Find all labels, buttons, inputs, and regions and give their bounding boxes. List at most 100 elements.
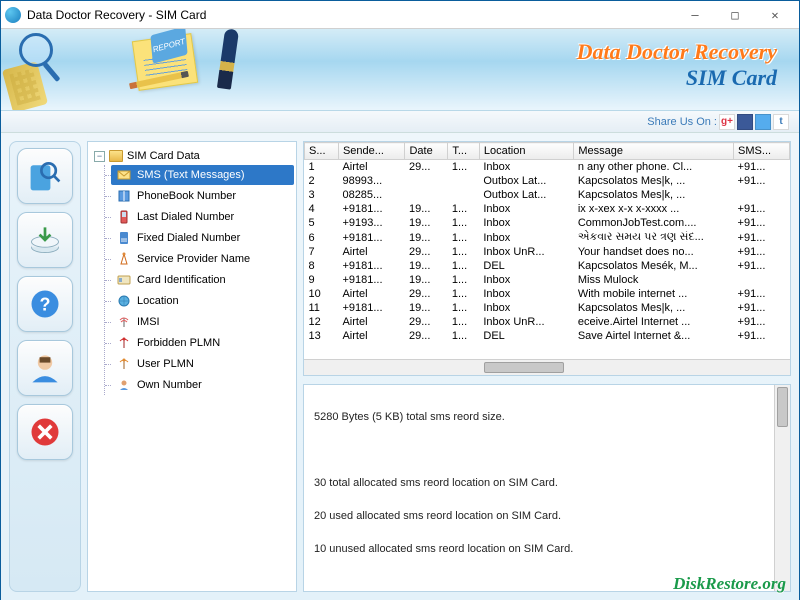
- table-row[interactable]: 1Airtel29...1...Inboxn any other phone. …: [305, 160, 790, 175]
- table-cell: +91...: [734, 287, 790, 301]
- table-cell: Inbox: [479, 273, 573, 287]
- table-cell: Kapcsolatos Mesék, M...: [574, 259, 734, 273]
- tree-item-phone[interactable]: Last Dialed Number: [111, 207, 294, 227]
- table-cell: +91...: [734, 216, 790, 230]
- column-header[interactable]: T...: [448, 143, 480, 160]
- table-row[interactable]: 12Airtel29...1...Inbox UnR...eceive.Airt…: [305, 315, 790, 329]
- column-header[interactable]: Sende...: [338, 143, 405, 160]
- table-cell: 1...: [448, 160, 480, 175]
- table-cell: 29...: [405, 315, 448, 329]
- maximize-button[interactable]: □: [715, 2, 755, 28]
- table-cell: Inbox: [479, 301, 573, 315]
- table-row[interactable]: 4+9181...19...1...Inboxix x-xex x-x x-xx…: [305, 202, 790, 216]
- table-cell: n any other phone. Cl...: [574, 160, 734, 175]
- table-row[interactable]: 13Airtel29...1...DELSave Airtel Internet…: [305, 329, 790, 343]
- share-text-icon[interactable]: t: [773, 114, 789, 130]
- column-header[interactable]: S...: [305, 143, 339, 160]
- help-button[interactable]: ?: [17, 276, 73, 332]
- idcard-icon: [117, 273, 131, 287]
- tree-item-person[interactable]: Own Number: [111, 375, 294, 395]
- table-cell: 7: [305, 245, 339, 259]
- sim-search-button[interactable]: [17, 148, 73, 204]
- facebook-icon[interactable]: [737, 114, 753, 130]
- table-cell: +9181...: [338, 259, 405, 273]
- sidebar-toolbar: ?: [9, 141, 81, 592]
- book-icon: [117, 189, 131, 203]
- table-cell: 29...: [405, 329, 448, 343]
- phone-icon: [117, 210, 131, 224]
- twitter-icon[interactable]: [755, 114, 771, 130]
- table-cell: +91...: [734, 160, 790, 175]
- google-plus-icon[interactable]: g+: [719, 114, 735, 130]
- table-row[interactable]: 8+9181...19...1...DELKapcsolatos Mesék, …: [305, 259, 790, 273]
- table-cell: +9193...: [338, 216, 405, 230]
- table-row[interactable]: 9+9181...19...1...Inbox Miss Mulock: [305, 273, 790, 287]
- globe-icon: [117, 294, 131, 308]
- tree-item-envelope[interactable]: SMS (Text Messages): [111, 165, 294, 185]
- collapse-icon[interactable]: −: [94, 151, 105, 162]
- column-header[interactable]: Location: [479, 143, 573, 160]
- antenna-orange-icon: [117, 357, 131, 371]
- table-cell: 1...: [448, 259, 480, 273]
- column-header[interactable]: Date: [405, 143, 448, 160]
- tree-root[interactable]: − SIM Card Data: [90, 148, 294, 164]
- tree-item-label: Forbidden PLMN: [137, 337, 220, 349]
- scrollbar-thumb[interactable]: [484, 362, 564, 373]
- table-cell: +91...: [734, 301, 790, 315]
- table-cell: +91...: [734, 230, 790, 245]
- tree-item-antenna[interactable]: IMSI: [111, 312, 294, 332]
- detail-size: 5280 Bytes (5 KB) total sms reord size.: [314, 409, 780, 426]
- close-button[interactable]: ✕: [755, 2, 795, 28]
- main-area: ? − SIM Card Data SMS (Text Messages)Pho…: [1, 133, 799, 600]
- tree-item-globe[interactable]: Location: [111, 291, 294, 311]
- cancel-button[interactable]: [17, 404, 73, 460]
- tree-list: SMS (Text Messages)PhoneBook NumberLast …: [104, 165, 294, 395]
- tree-item-label: Service Provider Name: [137, 253, 250, 265]
- table-scroll[interactable]: S...Sende...DateT...LocationMessageSMS..…: [304, 142, 790, 359]
- person-icon: [117, 378, 131, 392]
- message-table: S...Sende...DateT...LocationMessageSMS..…: [304, 142, 790, 343]
- tree-item-tower[interactable]: Service Provider Name: [111, 249, 294, 269]
- tree-item-book[interactable]: PhoneBook Number: [111, 186, 294, 206]
- scrollbar-thumb[interactable]: [777, 387, 788, 427]
- table-cell: [448, 174, 480, 188]
- table-cell: Save Airtel Internet &...: [574, 329, 734, 343]
- vertical-scrollbar[interactable]: [774, 385, 790, 591]
- tree-item-antenna-orange[interactable]: User PLMN: [111, 354, 294, 374]
- column-header[interactable]: SMS...: [734, 143, 790, 160]
- table-row[interactable]: 298993...Outbox Lat...Kapcsolatos Mes|k,…: [305, 174, 790, 188]
- table-row[interactable]: 5+9193...19...1...InboxCommonJobTest.com…: [305, 216, 790, 230]
- horizontal-scrollbar[interactable]: [304, 359, 790, 375]
- minimize-button[interactable]: —: [675, 2, 715, 28]
- table-cell: Outbox Lat...: [479, 188, 573, 202]
- column-header[interactable]: Message: [574, 143, 734, 160]
- table-cell: 1...: [448, 230, 480, 245]
- table-cell: 1...: [448, 202, 480, 216]
- table-cell: Outbox Lat...: [479, 174, 573, 188]
- table-cell: 2: [305, 174, 339, 188]
- user-button[interactable]: [17, 340, 73, 396]
- recover-drive-button[interactable]: [17, 212, 73, 268]
- table-row[interactable]: 308285...Outbox Lat...Kapcsolatos Mes|k,…: [305, 188, 790, 202]
- tree-item-dialpad[interactable]: Fixed Dialed Number: [111, 228, 294, 248]
- table-cell: With mobile internet ...: [574, 287, 734, 301]
- table-cell: 19...: [405, 216, 448, 230]
- table-cell: 5: [305, 216, 339, 230]
- table-cell: 19...: [405, 301, 448, 315]
- tree-item-antenna-red[interactable]: Forbidden PLMN: [111, 333, 294, 353]
- table-cell: Kapcsolatos Mes|k, ...: [574, 301, 734, 315]
- table-row[interactable]: 10Airtel29...1...InboxWith mobile intern…: [305, 287, 790, 301]
- table-cell: 1...: [448, 287, 480, 301]
- table-row[interactable]: 6+9181...19...1...Inboxએકવાર સમય પર ત્રણ…: [305, 230, 790, 245]
- tree-item-idcard[interactable]: Card Identification: [111, 270, 294, 290]
- table-cell: [448, 188, 480, 202]
- table-cell: 6: [305, 230, 339, 245]
- table-row[interactable]: 7Airtel29...1...Inbox UnR...Your handset…: [305, 245, 790, 259]
- table-cell: 29...: [405, 160, 448, 175]
- table-cell: +9181...: [338, 202, 405, 216]
- table-cell: +91...: [734, 259, 790, 273]
- table-row[interactable]: 11+9181...19...1...InboxKapcsolatos Mes|…: [305, 301, 790, 315]
- table-cell: Inbox UnR...: [479, 245, 573, 259]
- table-cell: 19...: [405, 202, 448, 216]
- table-cell: Airtel: [338, 287, 405, 301]
